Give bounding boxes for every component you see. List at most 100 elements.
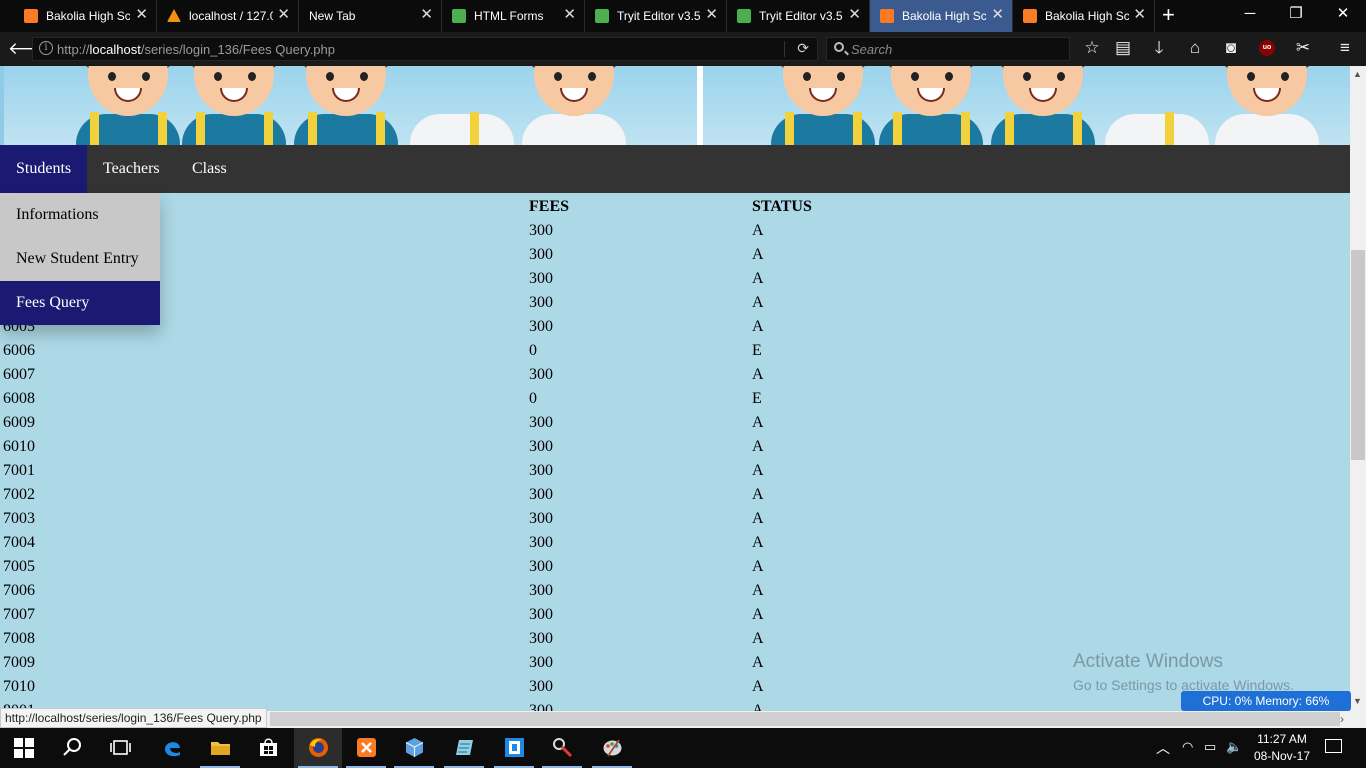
- close-icon[interactable]: ✕: [705, 7, 718, 23]
- system-clock[interactable]: 11:27 AM 08-Nov-17: [1242, 731, 1322, 765]
- page-viewport: Students Teachers Class Informations New…: [0, 66, 1350, 711]
- tab-localhost[interactable]: localhost / 127.0 ✕: [157, 0, 299, 32]
- new-tab-plus-icon[interactable]: +: [1162, 3, 1175, 27]
- store-bag-icon: [260, 738, 277, 756]
- xampp-taskbar-button[interactable]: [342, 728, 390, 768]
- ublock-icon[interactable]: uo: [1259, 40, 1275, 56]
- table-row: 7002 300 A: [0, 483, 900, 507]
- virtualbox-taskbar-button[interactable]: [390, 728, 438, 768]
- store-taskbar-button[interactable]: [244, 728, 292, 768]
- notepad-taskbar-button[interactable]: [440, 728, 488, 768]
- tab-tryit-2[interactable]: Tryit Editor v3.5 ✕: [727, 0, 870, 32]
- vertical-scroll-thumb[interactable]: [1351, 250, 1365, 460]
- hamburger-menu-icon[interactable]: ≡: [1334, 38, 1356, 58]
- close-icon[interactable]: ✕: [1133, 7, 1146, 23]
- tab-html-forms[interactable]: HTML Forms ✕: [442, 0, 585, 32]
- paint-taskbar-button[interactable]: [588, 728, 636, 768]
- cell-status: E: [752, 342, 762, 359]
- chevron-up-icon[interactable]: ︿: [1156, 738, 1170, 758]
- search-input[interactable]: [851, 41, 1061, 57]
- tab-tryit-1[interactable]: Tryit Editor v3.5 ✕: [585, 0, 727, 32]
- cell-student-id: 7002: [3, 486, 35, 503]
- horizontal-scroll-thumb[interactable]: [270, 712, 1340, 726]
- scroll-up-icon[interactable]: ▲: [1353, 69, 1362, 79]
- cell-student-id: 7008: [3, 630, 35, 647]
- tab-label: HTML Forms: [474, 9, 544, 23]
- search-icon: [834, 42, 844, 52]
- clock-time: 11:27 AM: [1257, 732, 1307, 746]
- xampp-icon: [24, 9, 38, 23]
- scroll-right-icon[interactable]: ›: [1340, 712, 1344, 726]
- taskbar-search-button[interactable]: [48, 728, 96, 768]
- search-bar[interactable]: [826, 37, 1070, 61]
- editor-taskbar-button[interactable]: [490, 728, 538, 768]
- scroll-down-icon[interactable]: ▼: [1353, 696, 1362, 706]
- download-icon[interactable]: 🡓: [1148, 38, 1170, 58]
- bracket-editor-icon: [505, 738, 524, 757]
- cell-status: A: [752, 366, 764, 383]
- restore-icon[interactable]: ❐: [1286, 5, 1306, 23]
- volume-icon[interactable]: 🔈: [1226, 739, 1242, 755]
- banner-panel-left: [4, 66, 698, 145]
- pocket-icon[interactable]: ◙: [1220, 38, 1242, 58]
- tab-label: Bakolia High Sc: [902, 9, 986, 23]
- cell-student-id: 6007: [3, 366, 35, 383]
- w3schools-icon: [452, 9, 466, 23]
- close-icon[interactable]: ✕: [563, 7, 576, 23]
- cell-status: A: [752, 534, 764, 551]
- cell-status: A: [752, 246, 764, 263]
- url-prefix: http://: [57, 42, 90, 57]
- tab-bakolia-1[interactable]: Bakolia High Sc ✕: [14, 0, 157, 32]
- status-link-preview: http://localhost/series/login_136/Fees Q…: [0, 708, 267, 728]
- cell-student-id: 7005: [3, 558, 35, 575]
- close-icon[interactable]: ✕: [420, 7, 433, 23]
- xampp-icon: [357, 738, 376, 757]
- window-close-icon[interactable]: ✕: [1333, 5, 1353, 23]
- close-icon[interactable]: ✕: [848, 7, 861, 23]
- cartoon-student: [771, 66, 875, 145]
- tab-bakolia-3[interactable]: Bakolia High Sc ✕: [1013, 0, 1155, 32]
- menu-students[interactable]: Students: [0, 145, 88, 193]
- cell-fees: 300: [529, 678, 553, 695]
- wifi-icon[interactable]: ◠: [1182, 739, 1193, 755]
- bookmark-star-icon[interactable]: ☆: [1081, 38, 1103, 58]
- cell-student-id: 7007: [3, 606, 35, 623]
- close-icon[interactable]: ✕: [277, 7, 290, 23]
- navigation-toolbar: 🡐 i http://localhost/series/login_136/Fe…: [0, 32, 1366, 66]
- tool-taskbar-button[interactable]: [538, 728, 586, 768]
- minimize-icon[interactable]: ─: [1240, 5, 1260, 23]
- cell-fees: 300: [529, 318, 553, 335]
- cell-student-id: 7004: [3, 534, 35, 551]
- menu-class[interactable]: Class: [176, 145, 243, 193]
- file-explorer-taskbar-button[interactable]: [196, 728, 244, 768]
- close-icon[interactable]: ✕: [135, 7, 148, 23]
- reload-icon[interactable]: ⟳: [797, 40, 809, 57]
- clock-date: 08-Nov-17: [1253, 749, 1311, 763]
- info-icon[interactable]: i: [39, 41, 53, 55]
- address-bar[interactable]: i http://localhost/series/login_136/Fees…: [32, 37, 818, 61]
- start-button[interactable]: [0, 728, 48, 768]
- dropdown-fees-query[interactable]: Fees Query: [0, 281, 160, 325]
- dropdown-new-student-entry[interactable]: New Student Entry: [0, 237, 160, 281]
- battery-icon[interactable]: ▭: [1204, 739, 1216, 755]
- task-view-button[interactable]: [96, 728, 144, 768]
- cell-student-id: 6009: [3, 414, 35, 431]
- firefox-taskbar-button[interactable]: [294, 728, 342, 768]
- cell-student-id: 7003: [3, 510, 35, 527]
- dropdown-informations[interactable]: Informations: [0, 193, 160, 237]
- menu-teachers[interactable]: Teachers: [87, 145, 176, 193]
- edge-taskbar-button[interactable]: [148, 728, 196, 768]
- xampp-icon: [1023, 9, 1037, 23]
- cell-student-id: 6006: [3, 342, 35, 359]
- notification-center-icon[interactable]: [1325, 739, 1342, 753]
- url-text[interactable]: http://localhost/series/login_136/Fees Q…: [57, 42, 335, 57]
- cartoon-student: [1215, 66, 1319, 145]
- screenshot-icon[interactable]: ✂: [1292, 38, 1314, 58]
- tab-bakolia-active[interactable]: Bakolia High Sc ✕: [870, 0, 1013, 32]
- home-icon[interactable]: ⌂: [1184, 38, 1206, 58]
- close-icon[interactable]: ✕: [991, 7, 1004, 23]
- phpmyadmin-icon: [167, 9, 181, 22]
- reading-list-icon[interactable]: ▤: [1112, 38, 1134, 58]
- cell-status: A: [752, 510, 764, 527]
- tab-new-tab[interactable]: New Tab ✕: [299, 0, 442, 32]
